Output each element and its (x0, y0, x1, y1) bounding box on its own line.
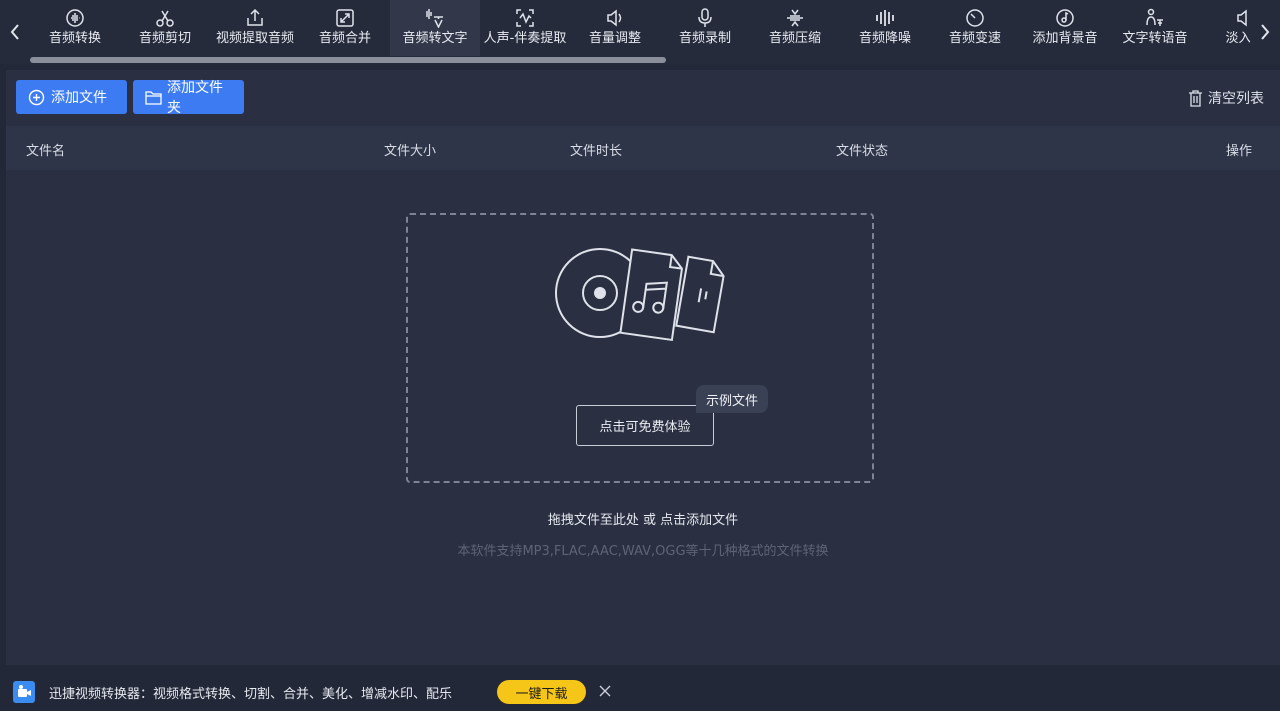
one-click-download-button[interactable]: 一键下载 (497, 680, 586, 704)
plus-circle-icon (28, 88, 46, 106)
tool-label: 文字转语音 (1122, 31, 1188, 46)
add-file-label: 添加文件 (51, 90, 107, 106)
drop-zone[interactable]: 点击可免费体验 示例文件 (406, 213, 874, 483)
tool-label: 视频提取音频 (215, 31, 294, 46)
chevron-right-icon (1261, 24, 1270, 40)
denoise-icon (875, 8, 895, 28)
export-icon (245, 8, 265, 28)
tool-label: 人声-伴奏提取 (483, 31, 567, 46)
tool-video-extract-audio[interactable]: 视频提取音频 (210, 0, 300, 56)
tool-label: 音频合并 (318, 31, 371, 46)
add-folder-label: 添加文件夹 (167, 80, 223, 116)
sample-file-label: 示例文件 (706, 393, 759, 409)
clear-list-label: 清空列表 (1208, 91, 1264, 107)
tool-label: 音频压缩 (768, 31, 821, 46)
tool-label: 音频降噪 (858, 31, 911, 46)
audio-files-illustration (555, 248, 725, 342)
tool-label: 音频转文字 (402, 31, 468, 46)
tool-toolbar: 音频转换 音频剪切 视频提取音频 音频合并 音频转文字 人声-伴奏提取 音量调整… (0, 0, 1280, 64)
column-file-duration: 文件时长 (570, 144, 623, 159)
tool-audio-merge[interactable]: 音频合并 (300, 0, 390, 56)
microphone-icon (695, 8, 715, 28)
toolbar-scrollbar-thumb[interactable] (30, 57, 666, 63)
tool-audio-denoise[interactable]: 音频降噪 (840, 0, 930, 56)
tool-text-to-speech[interactable]: 文字转语音 (1110, 0, 1200, 56)
tool-add-background-music[interactable]: 添加背景音 (1020, 0, 1110, 56)
column-actions: 操作 (1226, 144, 1253, 159)
vocal-extract-icon (515, 8, 535, 28)
tool-audio-to-text[interactable]: 音频转文字 (390, 0, 480, 56)
video-converter-logo-icon (13, 681, 35, 703)
tool-label: 音量调整 (588, 31, 641, 46)
tool-label: 音频剪切 (138, 31, 191, 46)
promo-bar: 迅捷视频转换器：视频格式转换、切割、合并、美化、增减水印、配乐 一键下载 (0, 671, 1280, 711)
promo-text: 迅捷视频转换器：视频格式转换、切割、合并、美化、增减水印、配乐 (49, 687, 453, 702)
compress-icon (785, 8, 805, 28)
merge-icon (335, 8, 355, 28)
tool-label: 音频变速 (948, 31, 1001, 46)
music-disc-icon (1055, 8, 1075, 28)
supported-formats-text: 本软件支持MP3,FLAC,AAC,WAV,OGG等十几种格式的文件转换 (457, 544, 829, 559)
clear-list-button[interactable]: 清空列表 (1188, 87, 1264, 109)
scroll-right-button[interactable] (1250, 0, 1280, 64)
speed-icon (965, 8, 985, 28)
tool-volume-adjust[interactable]: 音量调整 (570, 0, 660, 56)
app-window: 音频转换 音频剪切 视频提取音频 音频合并 音频转文字 人声-伴奏提取 音量调整… (0, 0, 1280, 711)
tool-vocal-extract[interactable]: 人声-伴奏提取 (480, 0, 570, 56)
fade-icon (1235, 8, 1250, 28)
add-file-button[interactable]: 添加文件 (16, 80, 127, 114)
column-file-name: 文件名 (26, 144, 66, 159)
toolbar-scrollbar[interactable] (30, 56, 1250, 64)
chevron-left-icon (10, 24, 19, 40)
tool-audio-compress[interactable]: 音频压缩 (750, 0, 840, 56)
text-to-speech-icon (1145, 8, 1165, 28)
download-label: 一键下载 (515, 686, 568, 702)
tool-audio-speed[interactable]: 音频变速 (930, 0, 1020, 56)
scroll-left-button[interactable] (0, 0, 30, 64)
sample-file-badge[interactable]: 示例文件 (696, 385, 769, 413)
close-icon (599, 685, 611, 697)
tool-audio-record[interactable]: 音频录制 (660, 0, 750, 56)
tool-fade[interactable]: 淡入淡 (1200, 0, 1250, 56)
close-promo-button[interactable] (597, 682, 613, 700)
free-trial-button[interactable]: 点击可免费体验 (576, 405, 714, 446)
tool-audio-cut[interactable]: 音频剪切 (120, 0, 210, 56)
folder-icon (145, 88, 162, 106)
scissors-icon (155, 8, 175, 28)
column-file-status: 文件状态 (836, 144, 889, 159)
tool-label: 添加背景音 (1032, 31, 1098, 46)
tool-label: 音频转换 (48, 31, 101, 46)
audio-convert-icon (65, 8, 85, 28)
tool-label: 音频录制 (678, 31, 731, 46)
tool-audio-convert[interactable]: 音频转换 (30, 0, 120, 56)
file-table-header: 文件名 文件大小 文件时长 文件状态 操作 (6, 126, 1280, 170)
speech-to-text-icon (425, 8, 445, 28)
add-folder-button[interactable]: 添加文件夹 (133, 80, 244, 116)
trash-icon (1188, 89, 1204, 107)
free-trial-label: 点击可免费体验 (599, 420, 691, 435)
drop-hint-text: 拖拽文件至此处 或 点击添加文件 (547, 513, 739, 528)
column-file-size: 文件大小 (384, 144, 437, 159)
volume-icon (605, 8, 625, 28)
main-panel: 添加文件 添加文件夹 清空列表 文件名 文件大小 文件时长 文件状态 操作 点击… (6, 70, 1280, 665)
tool-list: 音频转换 音频剪切 视频提取音频 音频合并 音频转文字 人声-伴奏提取 音量调整… (30, 0, 1250, 56)
tool-label: 淡入淡 (1225, 31, 1250, 46)
